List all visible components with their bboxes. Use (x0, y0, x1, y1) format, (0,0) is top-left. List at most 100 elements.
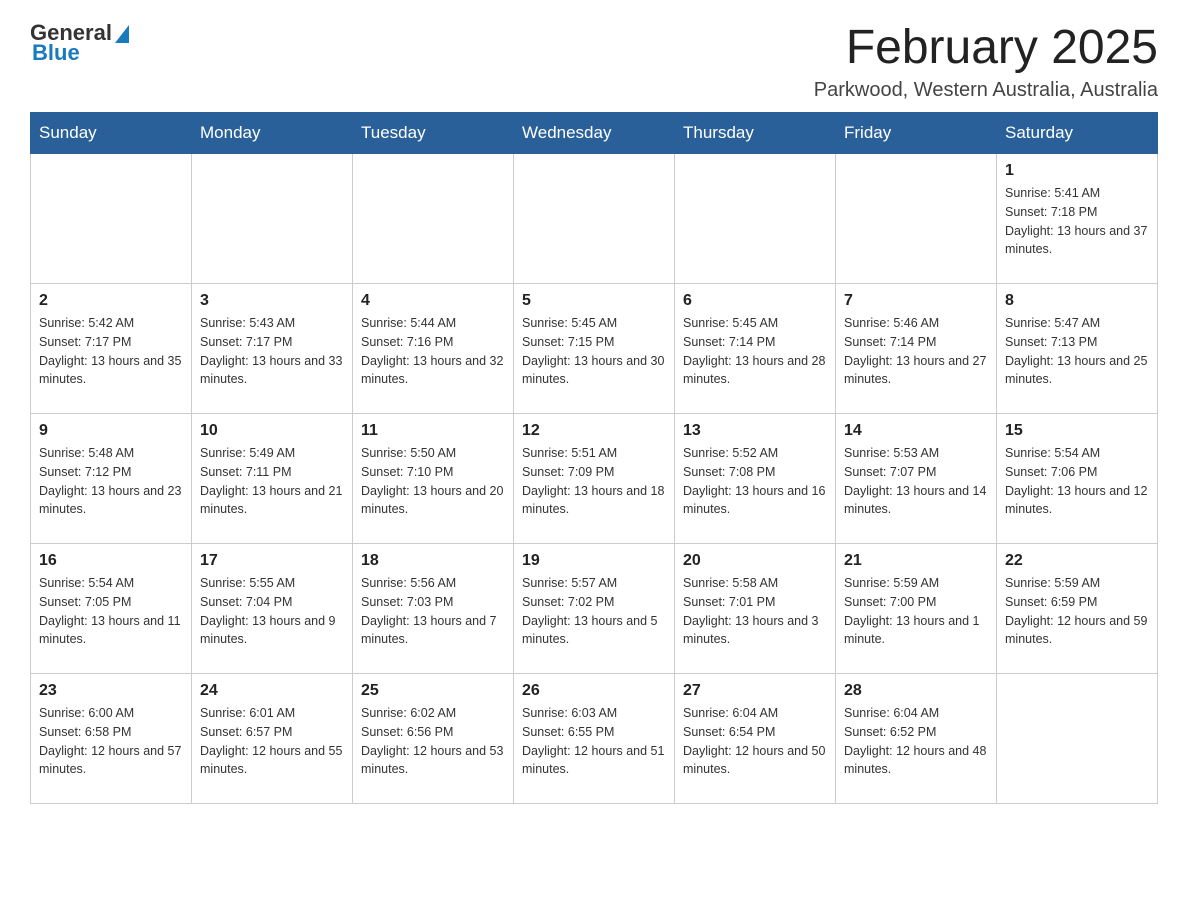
calendar-cell: 22Sunrise: 5:59 AMSunset: 6:59 PMDayligh… (997, 544, 1158, 674)
day-info: Sunrise: 6:04 AMSunset: 6:54 PMDaylight:… (683, 704, 827, 779)
logo-blue-text: Blue (32, 40, 80, 66)
day-info: Sunrise: 5:49 AMSunset: 7:11 PMDaylight:… (200, 444, 344, 519)
calendar-cell (836, 154, 997, 284)
calendar-week-2: 2 Sunrise: 5:42 AMSunset: 7:17 PMDaylight… (31, 284, 1158, 414)
day-number: 11 (361, 422, 505, 440)
month-title: February 2025 (814, 20, 1158, 75)
calendar-week-3: 9Sunrise: 5:48 AMSunset: 7:12 PMDaylight… (31, 414, 1158, 544)
day-number: 14 (844, 422, 988, 440)
calendar-cell: 23 Sunrise: 6:00 AMSunset: 6:58 PMDayligh… (31, 674, 192, 804)
day-info: Sunrise: 5:56 AMSunset: 7:03 PMDaylight:… (361, 574, 505, 649)
calendar-cell: 27 Sunrise: 6:04 AMSunset: 6:54 PMDayligh… (675, 674, 836, 804)
day-info: Sunrise: 6:00 AMSunset: 6:58 PMDaylight:… (39, 704, 183, 779)
day-info: Sunrise: 5:59 AMSunset: 7:00 PMDaylight:… (844, 574, 988, 649)
day-number: 16 (39, 552, 183, 570)
calendar-cell (31, 154, 192, 284)
day-number: 24 (200, 682, 344, 700)
calendar-cell: 13Sunrise: 5:52 AMSunset: 7:08 PMDayligh… (675, 414, 836, 544)
day-number: 18 (361, 552, 505, 570)
location-text: Parkwood, Western Australia, Australia (814, 79, 1158, 102)
calendar-cell: 15 Sunrise: 5:54 AMSunset: 7:06 PMDayligh… (997, 414, 1158, 544)
calendar-cell: 16 Sunrise: 5:54 AMSunset: 7:05 PMDayligh… (31, 544, 192, 674)
day-info: Sunrise: 6:04 AMSunset: 6:52 PMDaylight:… (844, 704, 988, 779)
calendar-cell: 3 Sunrise: 5:43 AMSunset: 7:17 PMDaylight… (192, 284, 353, 414)
day-info: Sunrise: 5:54 AMSunset: 7:05 PMDaylight:… (39, 574, 183, 649)
calendar-header-row: SundayMondayTuesdayWednesdayThursdayFrid… (31, 113, 1158, 154)
day-number: 8 (1005, 292, 1149, 310)
day-info: Sunrise: 5:54 AMSunset: 7:06 PMDaylight:… (1005, 444, 1149, 519)
day-info: Sunrise: 5:42 AMSunset: 7:17 PMDaylight:… (39, 314, 183, 389)
day-number: 19 (522, 552, 666, 570)
calendar-week-4: 16 Sunrise: 5:54 AMSunset: 7:05 PMDayligh… (31, 544, 1158, 674)
day-number: 23 (39, 682, 183, 700)
calendar-header-wednesday: Wednesday (514, 113, 675, 154)
day-info: Sunrise: 5:46 AMSunset: 7:14 PMDaylight:… (844, 314, 988, 389)
calendar-cell: 9Sunrise: 5:48 AMSunset: 7:12 PMDaylight… (31, 414, 192, 544)
day-info: Sunrise: 5:58 AMSunset: 7:01 PMDaylight:… (683, 574, 827, 649)
logo: General Blue (30, 20, 129, 66)
day-info: Sunrise: 5:57 AMSunset: 7:02 PMDaylight:… (522, 574, 666, 649)
calendar-cell: 7 Sunrise: 5:46 AMSunset: 7:14 PMDaylight… (836, 284, 997, 414)
calendar-cell: 24 Sunrise: 6:01 AMSunset: 6:57 PMDayligh… (192, 674, 353, 804)
calendar-cell: 19 Sunrise: 5:57 AMSunset: 7:02 PMDayligh… (514, 544, 675, 674)
day-info: Sunrise: 6:03 AMSunset: 6:55 PMDaylight:… (522, 704, 666, 779)
day-number: 17 (200, 552, 344, 570)
calendar-week-1: 1 Sunrise: 5:41 AMSunset: 7:18 PMDaylight… (31, 154, 1158, 284)
calendar-cell: 25Sunrise: 6:02 AMSunset: 6:56 PMDayligh… (353, 674, 514, 804)
page-header: General Blue February 2025 Parkwood, Wes… (30, 20, 1158, 102)
calendar-header-saturday: Saturday (997, 113, 1158, 154)
calendar-cell: 1 Sunrise: 5:41 AMSunset: 7:18 PMDaylight… (997, 154, 1158, 284)
calendar-cell: 12 Sunrise: 5:51 AMSunset: 7:09 PMDayligh… (514, 414, 675, 544)
day-info: Sunrise: 5:52 AMSunset: 7:08 PMDaylight:… (683, 444, 827, 519)
calendar-cell: 20Sunrise: 5:58 AMSunset: 7:01 PMDayligh… (675, 544, 836, 674)
day-info: Sunrise: 6:01 AMSunset: 6:57 PMDaylight:… (200, 704, 344, 779)
title-section: February 2025 Parkwood, Western Australi… (814, 20, 1158, 102)
day-info: Sunrise: 5:45 AMSunset: 7:15 PMDaylight:… (522, 314, 666, 389)
day-number: 21 (844, 552, 988, 570)
day-number: 7 (844, 292, 988, 310)
calendar-cell (353, 154, 514, 284)
calendar-header-thursday: Thursday (675, 113, 836, 154)
day-number: 12 (522, 422, 666, 440)
calendar-header-tuesday: Tuesday (353, 113, 514, 154)
day-number: 1 (1005, 162, 1149, 180)
calendar-cell: 6Sunrise: 5:45 AMSunset: 7:14 PMDaylight… (675, 284, 836, 414)
calendar-cell: 21 Sunrise: 5:59 AMSunset: 7:00 PMDayligh… (836, 544, 997, 674)
calendar-cell: 2 Sunrise: 5:42 AMSunset: 7:17 PMDaylight… (31, 284, 192, 414)
day-info: Sunrise: 5:44 AMSunset: 7:16 PMDaylight:… (361, 314, 505, 389)
calendar-cell: 14Sunrise: 5:53 AMSunset: 7:07 PMDayligh… (836, 414, 997, 544)
day-number: 4 (361, 292, 505, 310)
calendar-cell: 5 Sunrise: 5:45 AMSunset: 7:15 PMDaylight… (514, 284, 675, 414)
day-info: Sunrise: 5:55 AMSunset: 7:04 PMDaylight:… (200, 574, 344, 649)
day-number: 10 (200, 422, 344, 440)
day-info: Sunrise: 5:43 AMSunset: 7:17 PMDaylight:… (200, 314, 344, 389)
calendar-cell: 11 Sunrise: 5:50 AMSunset: 7:10 PMDayligh… (353, 414, 514, 544)
day-info: Sunrise: 5:51 AMSunset: 7:09 PMDaylight:… (522, 444, 666, 519)
day-number: 3 (200, 292, 344, 310)
day-number: 15 (1005, 422, 1149, 440)
day-number: 25 (361, 682, 505, 700)
calendar-cell: 8 Sunrise: 5:47 AMSunset: 7:13 PMDaylight… (997, 284, 1158, 414)
calendar-header-friday: Friday (836, 113, 997, 154)
day-info: Sunrise: 5:50 AMSunset: 7:10 PMDaylight:… (361, 444, 505, 519)
day-number: 27 (683, 682, 827, 700)
day-number: 2 (39, 292, 183, 310)
day-info: Sunrise: 5:47 AMSunset: 7:13 PMDaylight:… (1005, 314, 1149, 389)
day-number: 9 (39, 422, 183, 440)
day-info: Sunrise: 5:41 AMSunset: 7:18 PMDaylight:… (1005, 184, 1149, 259)
day-number: 22 (1005, 552, 1149, 570)
day-number: 6 (683, 292, 827, 310)
day-number: 28 (844, 682, 988, 700)
calendar-cell: 10 Sunrise: 5:49 AMSunset: 7:11 PMDayligh… (192, 414, 353, 544)
calendar-cell (514, 154, 675, 284)
calendar-header-monday: Monday (192, 113, 353, 154)
day-number: 5 (522, 292, 666, 310)
day-number: 26 (522, 682, 666, 700)
calendar-cell: 18 Sunrise: 5:56 AMSunset: 7:03 PMDayligh… (353, 544, 514, 674)
calendar-header-sunday: Sunday (31, 113, 192, 154)
calendar-cell: 4 Sunrise: 5:44 AMSunset: 7:16 PMDaylight… (353, 284, 514, 414)
calendar-week-5: 23 Sunrise: 6:00 AMSunset: 6:58 PMDayligh… (31, 674, 1158, 804)
calendar-cell (997, 674, 1158, 804)
calendar-cell (675, 154, 836, 284)
calendar-cell: 26 Sunrise: 6:03 AMSunset: 6:55 PMDayligh… (514, 674, 675, 804)
